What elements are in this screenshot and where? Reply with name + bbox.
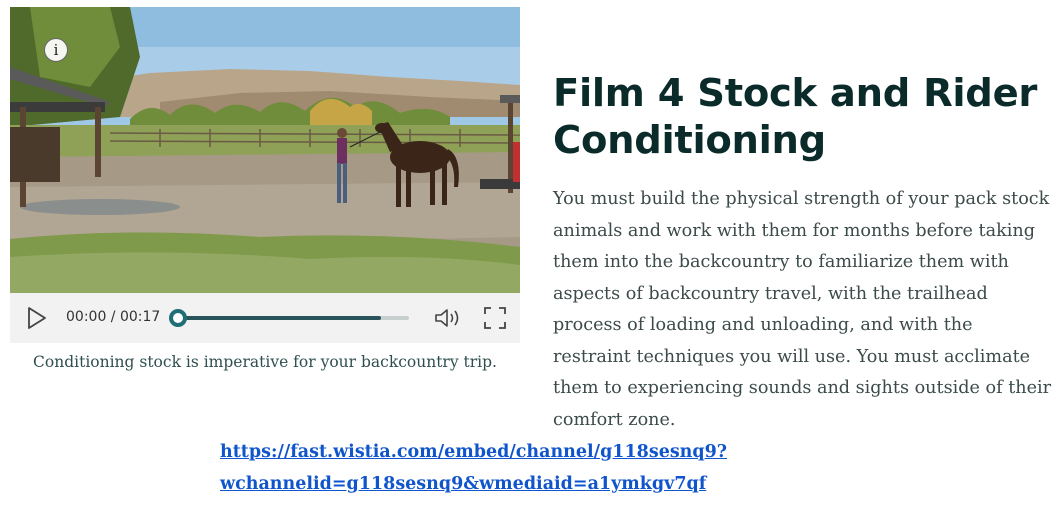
progress-bar[interactable] [169, 309, 409, 327]
wistia-embed-link[interactable]: https://fast.wistia.com/embed/channel/g1… [220, 437, 740, 500]
fullscreen-icon[interactable] [484, 307, 506, 329]
video-controls-bar: 00:00 / 00:17 [10, 293, 520, 343]
video-frame-image [10, 7, 520, 293]
video-caption: Conditioning stock is imperative for you… [33, 353, 497, 371]
progress-scrubber-handle[interactable] [169, 309, 187, 327]
article-body: You must build the physical strength of … [553, 189, 1052, 430]
info-icon[interactable]: i [44, 38, 68, 62]
page-title: Film 4 Stock and Rider Conditioning [553, 71, 1038, 163]
volume-icon[interactable] [434, 306, 462, 330]
progress-buffered [175, 316, 381, 320]
video-player[interactable]: i [10, 7, 520, 293]
link-line-2: wchannelid=g118sesnq9&wmediaid=a1ymkgv7q… [220, 473, 707, 494]
play-icon[interactable] [26, 306, 48, 330]
link-line-1: https://fast.wistia.com/embed/channel/g1… [220, 442, 728, 462]
time-display: 00:00 / 00:17 [66, 309, 161, 325]
